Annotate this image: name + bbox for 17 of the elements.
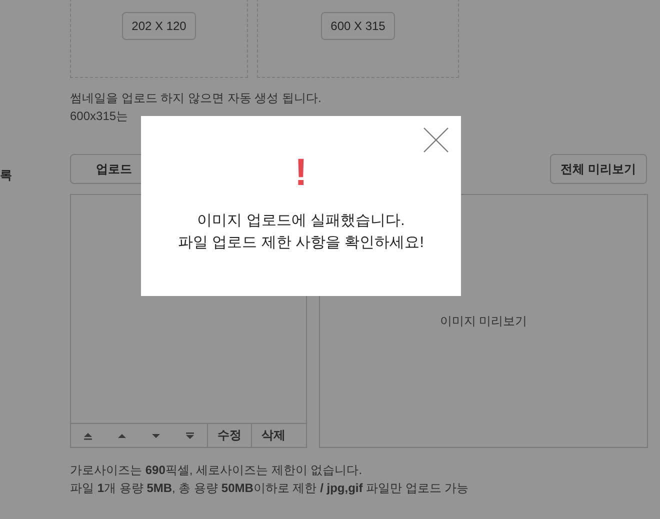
note-text: 썸네일을 업로드 하지 않으면 자동 생성 됩니다.: [70, 90, 322, 106]
note-text: 파일 1개 용량 5MB, 총 용량 50MB이하로 제한 / jpg,gif 파일만 업로드 가능: [70, 480, 470, 496]
close-button[interactable]: [423, 127, 449, 153]
note-text: 가로사이즈는 690픽셀, 세로사이즈는 제한이 없습니다.: [70, 462, 364, 478]
move-bottom-icon: [185, 430, 195, 440]
edit-button[interactable]: 수정: [207, 424, 251, 447]
thumbnail-drop-area[interactable]: 600 X 315: [257, 0, 459, 78]
close-icon: [423, 127, 449, 153]
move-top-icon: [83, 430, 93, 440]
alert-icon: !: [294, 156, 308, 190]
section-label: 록: [0, 167, 12, 184]
thumbnail-drop-area[interactable]: 202 X 120: [70, 0, 248, 78]
delete-button[interactable]: 삭제: [251, 424, 295, 447]
size-label: 600 X 315: [320, 12, 396, 40]
note-text: 600x315는: [70, 108, 130, 124]
size-label: 202 X 120: [122, 12, 196, 40]
preview-all-button[interactable]: 전체 미리보기: [550, 154, 647, 184]
